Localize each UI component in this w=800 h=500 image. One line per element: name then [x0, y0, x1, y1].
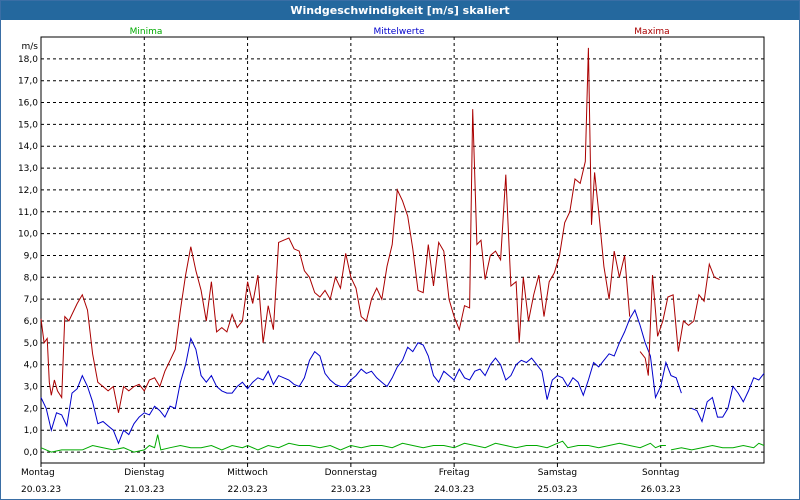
x-tick-day: Freitag — [439, 468, 470, 478]
line-chart: 0,0 1,0 2,0 3,0 4,0 5,0 6,0 7,0 8,0 9,0 10,0 11,0 12… — [18, 27, 765, 495]
y-tick-label: 4,0 — [24, 361, 39, 371]
y-tick-label: 17,0 — [18, 77, 38, 87]
y-tick-label: 13,0 — [18, 164, 38, 174]
legend-maxima: Maxima — [634, 27, 669, 37]
y-tick-label: 14,0 — [18, 142, 38, 152]
y-tick-label: 2,0 — [24, 404, 39, 414]
y-tick-label: 16,0 — [18, 99, 38, 109]
x-tick-date: 22.03.23 — [228, 485, 268, 495]
legend-mittelwerte: Mittelwerte — [373, 27, 424, 37]
x-tick-day: Dienstag — [124, 468, 164, 478]
x-tick-date: 25.03.23 — [537, 485, 577, 495]
plot-area — [40, 36, 765, 464]
x-tick-date: 20.03.23 — [21, 485, 61, 495]
x-tick-day: Montag — [21, 468, 55, 478]
y-tick-label: 3,0 — [24, 383, 39, 393]
y-tick-label: 18,0 — [18, 55, 38, 65]
y-tick-label: 9,0 — [24, 251, 39, 261]
y-tick-label: 10,0 — [18, 230, 38, 240]
x-tick-date: 26.03.23 — [641, 485, 681, 495]
x-tick-date: 21.03.23 — [124, 485, 164, 495]
y-tick-label: 15,0 — [18, 120, 38, 130]
x-tick-day: Samstag — [538, 468, 577, 478]
y-tick-label: 6,0 — [24, 317, 39, 327]
legend-minima: Minima — [130, 27, 163, 37]
y-tick-label: 8,0 — [24, 273, 39, 283]
y-tick-label: 1,0 — [24, 426, 39, 436]
x-tick-day: Mittwoch — [227, 468, 268, 478]
x-tick-date: 24.03.23 — [434, 485, 474, 495]
chart-window: Windgeschwindigkeit [m/s] skaliert 0,0 1,… — [0, 0, 800, 500]
x-tick-day: Sonntag — [642, 468, 679, 478]
y-tick-label: 12,0 — [18, 186, 38, 196]
x-tick-date: 23.03.23 — [331, 485, 371, 495]
x-tick-day: Donnerstag — [325, 468, 378, 478]
y-axis-label: m/s — [22, 42, 39, 52]
y-tick-label: 11,0 — [18, 208, 38, 218]
y-tick-label: 7,0 — [24, 295, 39, 305]
y-tick-label: 5,0 — [24, 339, 39, 349]
y-tick-label: 0,0 — [24, 448, 39, 458]
